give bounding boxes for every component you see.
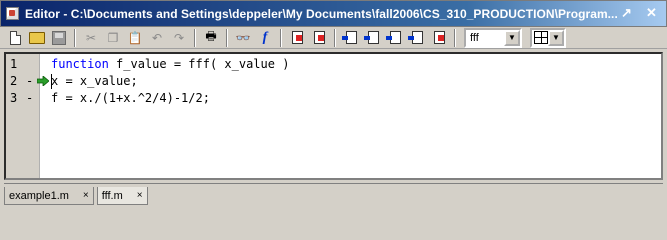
toolbar-separator xyxy=(74,28,76,47)
cut-icon: ✂ xyxy=(85,30,97,45)
code-content: x = x_value; xyxy=(51,74,138,88)
function-select[interactable]: fff ▼ xyxy=(464,27,522,48)
undock-icon[interactable]: ↗ xyxy=(618,5,635,21)
chevron-down-icon[interactable]: ▼ xyxy=(504,29,520,46)
close-icon[interactable]: ✕ xyxy=(643,5,660,21)
code-text: f = x./(1+x.^2/4)-1/2; xyxy=(51,90,210,107)
toolbar: ✂ ❐ 📋 ↶ ↷ 🖶 👓 f fff ▼ ▼ xyxy=(0,27,667,49)
redo-button[interactable]: ↷ xyxy=(168,28,190,48)
tab-label: example1.m xyxy=(9,189,69,202)
undo-icon: ↶ xyxy=(151,30,163,45)
toolbar-separator xyxy=(280,28,282,47)
exit-debug-button[interactable] xyxy=(428,28,450,48)
print-button[interactable]: 🖶 xyxy=(200,28,222,48)
code-text: function f_value = fff( x_value ) xyxy=(51,56,289,73)
code-content: f_value = fff( x_value ) xyxy=(108,57,290,71)
tab-label: fff.m xyxy=(101,189,123,202)
toolbar-separator xyxy=(334,28,336,47)
grid-layout-icon xyxy=(534,31,548,44)
toolbar-separator xyxy=(226,28,228,47)
editor-app-icon xyxy=(6,7,19,20)
new-file-button[interactable] xyxy=(4,28,26,48)
document-tabs: example1.m × fff.m × xyxy=(4,183,663,205)
redo-icon: ↷ xyxy=(173,30,185,45)
step-button[interactable] xyxy=(340,28,362,48)
line-number: 3 xyxy=(10,91,18,105)
chevron-down-icon[interactable]: ▼ xyxy=(548,29,564,46)
line-number: 2 xyxy=(10,74,18,88)
paste-icon: 📋 xyxy=(127,30,143,45)
step-icon xyxy=(341,31,357,44)
tab-fff[interactable]: fff.m × xyxy=(96,187,148,205)
cut-button[interactable]: ✂ xyxy=(80,28,102,48)
layout-select[interactable]: ▼ xyxy=(530,27,566,48)
title-bar: Editor - C:\Documents and Settings\deppe… xyxy=(0,0,667,27)
code-content: f = x./(1+x.^2/4)-1/2; xyxy=(51,91,210,105)
set-breakpoint-button[interactable] xyxy=(286,28,308,48)
breakpoint-marker[interactable]: - xyxy=(26,73,33,90)
copy-icon: ❐ xyxy=(107,30,119,45)
clear-breakpoints-button[interactable] xyxy=(308,28,330,48)
code-line: 2 - x = x_value; xyxy=(6,73,656,90)
new-file-icon xyxy=(9,30,21,45)
step-in-button[interactable] xyxy=(362,28,384,48)
clear-breakpoints-icon xyxy=(313,31,325,44)
undo-button[interactable]: ↶ xyxy=(146,28,168,48)
function-icon: f xyxy=(262,29,268,45)
continue-icon xyxy=(407,31,423,44)
keyword: function xyxy=(51,57,109,71)
toolbar-separator xyxy=(454,28,456,47)
function-button[interactable]: f xyxy=(254,28,276,48)
function-select-value: fff xyxy=(470,31,479,44)
continue-button[interactable] xyxy=(406,28,428,48)
paste-button[interactable]: 📋 xyxy=(124,28,146,48)
line-number: 1 xyxy=(10,57,18,71)
exit-debug-icon xyxy=(433,31,445,44)
step-in-icon xyxy=(363,31,379,44)
find-button[interactable]: 👓 xyxy=(232,28,254,48)
code-line: 3 - f = x./(1+x.^2/4)-1/2; xyxy=(6,90,656,107)
window-controls: ↗ ✕ xyxy=(618,5,660,21)
close-icon[interactable]: × xyxy=(137,190,143,201)
execution-arrow-icon xyxy=(37,76,49,86)
code-text: x = x_value; xyxy=(51,73,138,90)
set-breakpoint-icon xyxy=(291,31,303,44)
save-icon xyxy=(52,30,66,45)
open-file-button[interactable] xyxy=(26,28,48,48)
step-out-icon xyxy=(385,31,401,44)
print-icon: 🖶 xyxy=(205,29,217,43)
code-editor[interactable]: 1 function f_value = fff( x_value ) 2 - … xyxy=(4,52,663,180)
tab-example1[interactable]: example1.m × xyxy=(4,187,94,205)
save-button[interactable] xyxy=(48,28,70,48)
toolbar-separator xyxy=(194,28,196,47)
open-file-icon xyxy=(29,31,45,44)
find-icon: 👓 xyxy=(235,30,251,45)
copy-button[interactable]: ❐ xyxy=(102,28,124,48)
code-line: 1 function f_value = fff( x_value ) xyxy=(6,56,656,73)
breakpoint-marker[interactable]: - xyxy=(26,90,33,107)
close-icon[interactable]: × xyxy=(83,190,89,201)
step-out-button[interactable] xyxy=(384,28,406,48)
window-title: Editor - C:\Documents and Settings\deppe… xyxy=(25,6,618,21)
